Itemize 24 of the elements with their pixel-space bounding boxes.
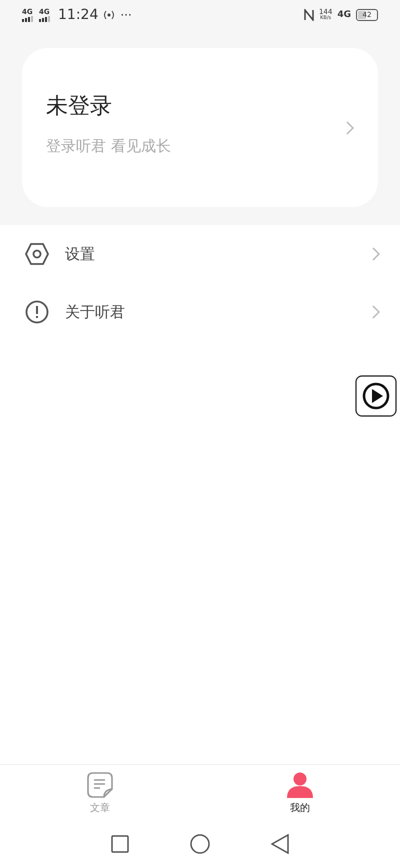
login-status: 未登录 [46, 93, 113, 121]
chevron-right-icon [346, 120, 354, 134]
profile-card[interactable]: 未登录 登录听君 看见成长 [22, 48, 378, 207]
hexagon-settings-icon [25, 243, 49, 265]
status-time: 11:24 [58, 7, 98, 23]
play-button-icon[interactable] [355, 375, 397, 417]
nfc-icon [304, 9, 314, 21]
more-indicator: ··· [120, 8, 132, 22]
back-icon[interactable] [271, 834, 290, 854]
info-icon [25, 300, 49, 324]
login-hint: 登录听君 看见成长 [46, 137, 172, 156]
note-icon [87, 772, 113, 798]
chevron-right-icon [372, 305, 380, 319]
hotspot-icon [103, 9, 116, 21]
signal-icon [39, 16, 51, 22]
signal-icon [22, 16, 34, 22]
menu-item[interactable]: 关于听君 [0, 283, 400, 341]
tab[interactable]: 我的 [270, 765, 330, 822]
home-icon[interactable] [190, 834, 210, 854]
menu-item[interactable]: 设置 [0, 225, 400, 283]
chevron-right-icon [372, 247, 380, 261]
recents-icon[interactable] [110, 835, 129, 853]
network-type: 4G [337, 10, 351, 20]
person-icon [287, 772, 313, 798]
